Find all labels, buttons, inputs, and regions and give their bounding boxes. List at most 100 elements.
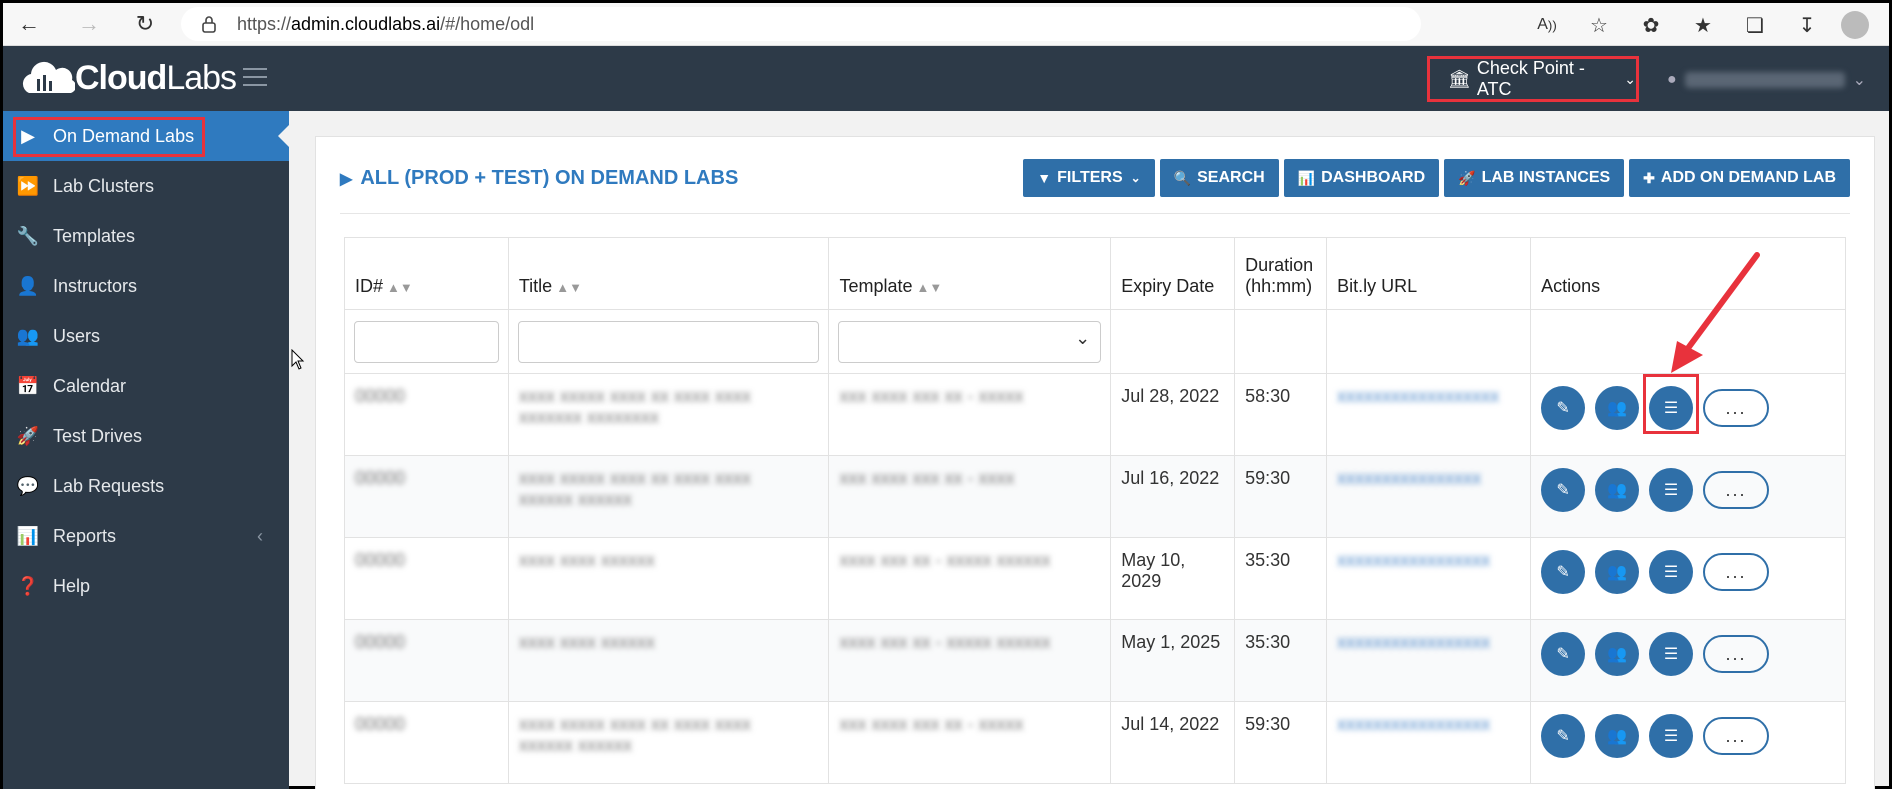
- edit-button[interactable]: ✎: [1541, 632, 1586, 676]
- edit-button[interactable]: ✎: [1541, 468, 1586, 512]
- edit-button[interactable]: ✎: [1541, 714, 1586, 758]
- sidebar-item-label: On Demand Labs: [53, 125, 195, 146]
- column-header-bitly: Bit.ly URL: [1326, 237, 1532, 310]
- column-header-id[interactable]: ID# ▲▼: [344, 237, 509, 310]
- browser-actions: A)) ☆ ✿ ★ ❏ ↧: [1521, 11, 1869, 39]
- users-button[interactable]: 👥: [1595, 632, 1640, 676]
- settings-button[interactable]: ☰: [1649, 386, 1694, 430]
- bitly-link-redacted[interactable]: xxxxxxxxxxxxxxxxx: [1337, 632, 1490, 652]
- more-button[interactable]: ...: [1703, 471, 1770, 509]
- sort-icon: ▲▼: [387, 280, 413, 295]
- sidebar-item-instructors[interactable]: 👤 Instructors: [3, 261, 289, 311]
- filters-button[interactable]: ▼ FILTERS ⌄: [1023, 159, 1155, 197]
- row-actions: ✎ 👥 ☰ ...: [1541, 714, 1835, 758]
- settings-button[interactable]: ☰: [1649, 714, 1694, 758]
- column-sublabel: (hh:mm): [1245, 276, 1313, 296]
- favorites-icon[interactable]: ★: [1677, 11, 1729, 39]
- users-icon: 👥: [1607, 564, 1628, 581]
- search-icon: 🔍: [1173, 169, 1192, 186]
- add-favorite-icon[interactable]: ☆: [1573, 11, 1625, 39]
- column-header-title[interactable]: Title ▲▼: [507, 237, 830, 310]
- sidebar-item-calendar[interactable]: 📅 Calendar: [3, 361, 289, 411]
- toolbar: ▼ FILTERS ⌄ 🔍 SEARCH 📊 DASHBOARD 🚀 LAB I…: [1023, 159, 1850, 197]
- users-icon: 👥: [1607, 400, 1628, 417]
- plus-icon: ✚: [1643, 169, 1655, 186]
- cloud-logo-icon: [22, 61, 75, 93]
- sidebar-item-test-drives[interactable]: 🚀 Test Drives: [3, 411, 289, 461]
- bitly-link-redacted[interactable]: xxxxxxxxxxxxxxxxx: [1337, 714, 1490, 734]
- back-icon[interactable]: ←: [13, 9, 45, 39]
- dashboard-button[interactable]: 📊 DASHBOARD: [1283, 159, 1440, 197]
- settings-button[interactable]: ☰: [1649, 632, 1694, 676]
- more-button[interactable]: ...: [1703, 553, 1770, 591]
- users-button[interactable]: 👥: [1595, 550, 1640, 594]
- search-button[interactable]: 🔍 SEARCH: [1159, 159, 1279, 197]
- id-cell-redacted: 00000: [355, 550, 406, 570]
- template-cell-redacted: xxx xxxx xxx xx - xxxx: [839, 468, 1015, 488]
- users-button[interactable]: 👥: [1595, 468, 1640, 512]
- settings-button[interactable]: ☰: [1649, 550, 1694, 594]
- lab-instances-button[interactable]: 🚀 LAB INSTANCES: [1444, 159, 1625, 197]
- sidebar-item-users[interactable]: 👥 Users: [3, 311, 289, 361]
- sidebar-item-label: Templates: [53, 225, 136, 246]
- template-filter-select[interactable]: [838, 320, 1102, 363]
- edit-button[interactable]: ✎: [1541, 386, 1586, 430]
- forward-icon[interactable]: →: [73, 9, 105, 39]
- divider: [340, 213, 1850, 214]
- title-filter-input[interactable]: [517, 320, 820, 363]
- sidebar-item-on-demand-labs[interactable]: ▶ On Demand Labs: [3, 111, 290, 161]
- organization-selector[interactable]: 🏛 Check Point - ATC ⌄: [1427, 56, 1639, 102]
- sidebar-item-templates[interactable]: 🔧 Templates: [3, 211, 289, 261]
- sidebar-item-reports[interactable]: 📊 Reports ‹: [3, 511, 289, 561]
- id-cell-redacted: 00000: [355, 714, 406, 734]
- play-icon: ▶: [340, 170, 353, 188]
- sort-icon: ▲▼: [916, 280, 943, 295]
- menu-toggle-icon[interactable]: [243, 68, 267, 86]
- users-button[interactable]: 👥: [1595, 714, 1640, 758]
- empty-cell: [1110, 309, 1236, 374]
- profile-avatar[interactable]: [1841, 11, 1869, 39]
- edit-icon: ✎: [1556, 564, 1570, 581]
- bitly-link-redacted[interactable]: xxxxxxxxxxxxxxxxx: [1337, 550, 1490, 570]
- sidebar-item-label: Help: [53, 575, 91, 596]
- lab-instances-label: LAB INSTANCES: [1481, 169, 1611, 186]
- table-row: 00000 xxxx xxxxx xxxx xx xxxx xxxx xxxxxx…: [344, 373, 1846, 456]
- labs-table: ID# ▲▼ Title ▲▼ Template ▲▼ Expiry Date Dur…: [344, 237, 1846, 784]
- column-label: Title: [518, 276, 553, 296]
- sidebar-item-help[interactable]: ❓ Help: [3, 561, 289, 611]
- title-cell-redacted: xxxx xxxx xxxxxx: [518, 550, 655, 570]
- question-icon: ❓: [16, 575, 40, 596]
- url-path: /#/home/odl: [440, 13, 535, 34]
- refresh-icon[interactable]: ↻: [129, 9, 161, 39]
- calendar-icon: 📅: [16, 375, 40, 396]
- more-button[interactable]: ...: [1703, 389, 1770, 427]
- sidebar-item-lab-requests[interactable]: 💬 Lab Requests: [3, 461, 289, 511]
- downloads-icon[interactable]: ↧: [1781, 11, 1833, 39]
- column-label: ID#: [355, 276, 384, 296]
- cloudlabs-logo[interactable]: Cloud Labs: [19, 56, 237, 100]
- extensions-icon[interactable]: ✿: [1625, 11, 1677, 39]
- settings-button[interactable]: ☰: [1649, 468, 1694, 512]
- add-on-demand-lab-button[interactable]: ✚ ADD ON DEMAND LAB: [1629, 159, 1850, 197]
- logo-text-cloud: Cloud: [75, 58, 167, 97]
- address-bar[interactable]: https://admin.cloudlabs.ai/#/home/odl: [181, 7, 1421, 41]
- sidebar-item-lab-clusters[interactable]: ⏩ Lab Clusters: [3, 161, 289, 211]
- bitly-link-redacted[interactable]: xxxxxxxxxxxxxxxx: [1337, 468, 1481, 488]
- read-aloud-icon[interactable]: A)): [1521, 11, 1573, 39]
- id-filter-input[interactable]: [354, 320, 499, 363]
- chevron-left-icon: ‹: [257, 525, 263, 546]
- sliders-icon: ☰: [1663, 728, 1679, 745]
- collections-icon[interactable]: ❏: [1729, 11, 1781, 39]
- fast-forward-icon: ⏩: [16, 175, 40, 196]
- more-button[interactable]: ...: [1703, 717, 1770, 755]
- more-button[interactable]: ...: [1703, 635, 1770, 673]
- table-row: 00000 xxxx xxxx xxxxxx xxxx xxx xx - xxx…: [344, 537, 1846, 620]
- bitly-link-redacted[interactable]: xxxxxxxxxxxxxxxxxx: [1337, 386, 1499, 406]
- users-button[interactable]: 👥: [1595, 386, 1640, 430]
- title-cell-redacted: xxxx xxxxx xxxx xx xxxx xxxx xxxxxx xxxxx…: [518, 468, 751, 509]
- edit-icon: ✎: [1556, 646, 1570, 663]
- edit-button[interactable]: ✎: [1541, 550, 1586, 594]
- column-header-template[interactable]: Template ▲▼: [828, 237, 1112, 310]
- user-menu[interactable]: ● ⌄: [1667, 70, 1866, 90]
- search-label: SEARCH: [1197, 169, 1265, 186]
